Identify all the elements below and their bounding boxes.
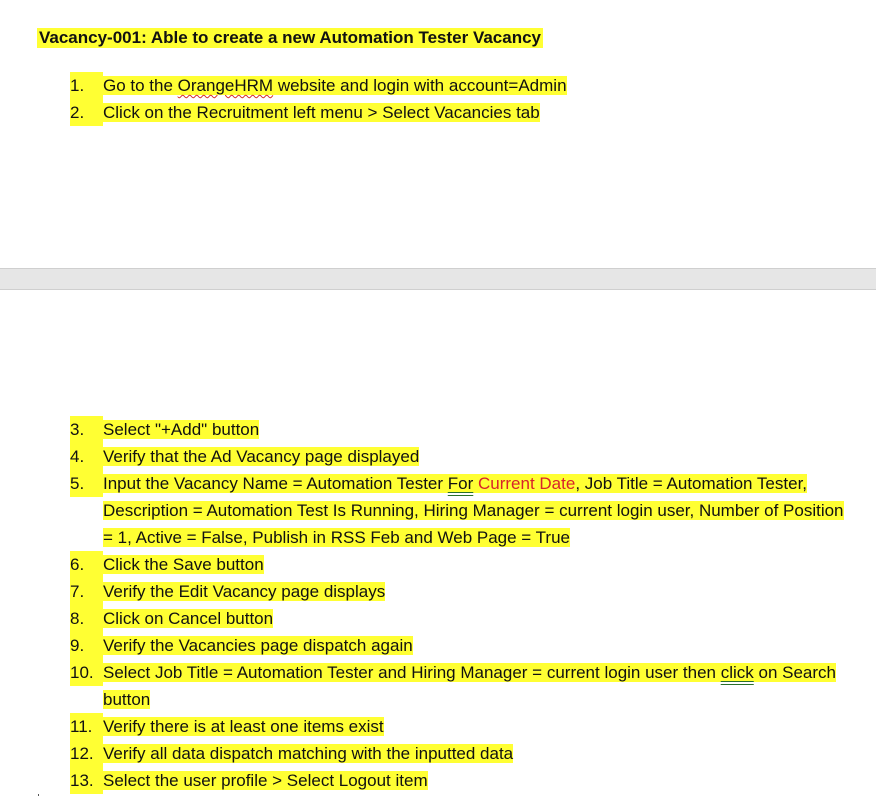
step-item: 11. Verify there is at least one items ex… bbox=[70, 713, 858, 740]
step-number: 1. bbox=[70, 72, 103, 99]
step-text: Input the Vacancy Name = Automation Test… bbox=[103, 474, 448, 493]
step-item: 1. Go to the OrangeHRM website and login … bbox=[70, 72, 858, 99]
step-number: 13. bbox=[70, 767, 103, 794]
page-break-gap bbox=[0, 268, 876, 290]
step-text: Click the Save button bbox=[103, 555, 264, 574]
step-text: Click on the Recruitment left menu > Sel… bbox=[103, 103, 540, 122]
step-item: 12. Verify all data dispatch matching wit… bbox=[70, 740, 858, 767]
step-number: 4. bbox=[70, 443, 103, 470]
step-item: 3. Select "+Add" button bbox=[70, 416, 858, 443]
step-number: 3. bbox=[70, 416, 103, 443]
step-text: Go to the bbox=[103, 76, 178, 95]
step-item: 2. Click on the Recruitment left menu > S… bbox=[70, 99, 858, 126]
step-text: Verify the Edit Vacancy page displays bbox=[103, 582, 386, 601]
step-item: 4. Verify that the Ad Vacancy page displa… bbox=[70, 443, 858, 470]
document-page-1: Vacancy-001: Able to create a new Automa… bbox=[0, 0, 876, 268]
step-number: 8. bbox=[70, 605, 103, 632]
document-page-2: 3. Select "+Add" button 4. Verify that the… bbox=[0, 290, 876, 798]
step-text: Select "+Add" button bbox=[103, 420, 260, 439]
step-item: 10. Select Job Title = Automation Tester … bbox=[70, 659, 858, 713]
test-case-heading: Vacancy-001: Able to create a new Automa… bbox=[37, 25, 544, 50]
step-number: 6. bbox=[70, 551, 103, 578]
step-text: Verify all data dispatch matching with t… bbox=[103, 744, 514, 763]
step-text: Verify there is at least one items exist bbox=[103, 717, 384, 736]
step-text: Click on Cancel button bbox=[103, 609, 274, 628]
step-item: 13. Select the user profile > Select Logo… bbox=[70, 767, 858, 794]
step-text: Verify that the Ad Vacancy page displaye… bbox=[103, 447, 420, 466]
grammar-flag-word[interactable]: For bbox=[448, 474, 474, 493]
step-text: website and login with account=Admin bbox=[273, 76, 567, 95]
step-item: 9. Verify the Vacancies page dispatch aga… bbox=[70, 632, 858, 659]
step-text: Select the user profile > Select Logout … bbox=[103, 771, 428, 790]
step-item: 8. Click on Cancel button bbox=[70, 605, 858, 632]
test-case-heading-text: Vacancy-001: Able to create a new Automa… bbox=[37, 28, 544, 48]
step-number: 10. bbox=[70, 659, 103, 686]
step-number: 7. bbox=[70, 578, 103, 605]
step-item: 6. Click the Save button bbox=[70, 551, 858, 578]
step-number: 9. bbox=[70, 632, 103, 659]
spelling-flag-word[interactable]: OrangeHRM bbox=[178, 76, 273, 95]
step-number: 2. bbox=[70, 99, 103, 126]
step-item: 7. Verify the Edit Vacancy page displays bbox=[70, 578, 858, 605]
step-number: 5. bbox=[70, 470, 103, 497]
step-number: 11. bbox=[70, 713, 103, 740]
step-text: Select Job Title = Automation Tester and… bbox=[103, 663, 721, 682]
step-number: 12. bbox=[70, 740, 103, 767]
step-item: 5. Input the Vacancy Name = Automation Te… bbox=[70, 470, 858, 551]
grammar-flag-word[interactable]: click bbox=[721, 663, 754, 682]
step-text: Verify the Vacancies page dispatch again bbox=[103, 636, 413, 655]
steps-list-page-2: 3. Select "+Add" button 4. Verify that the… bbox=[70, 416, 858, 794]
margin-mark bbox=[38, 794, 39, 796]
steps-list-page-1: 1. Go to the OrangeHRM website and login … bbox=[70, 72, 858, 126]
date-field-placeholder[interactable]: Current Date bbox=[478, 474, 575, 493]
